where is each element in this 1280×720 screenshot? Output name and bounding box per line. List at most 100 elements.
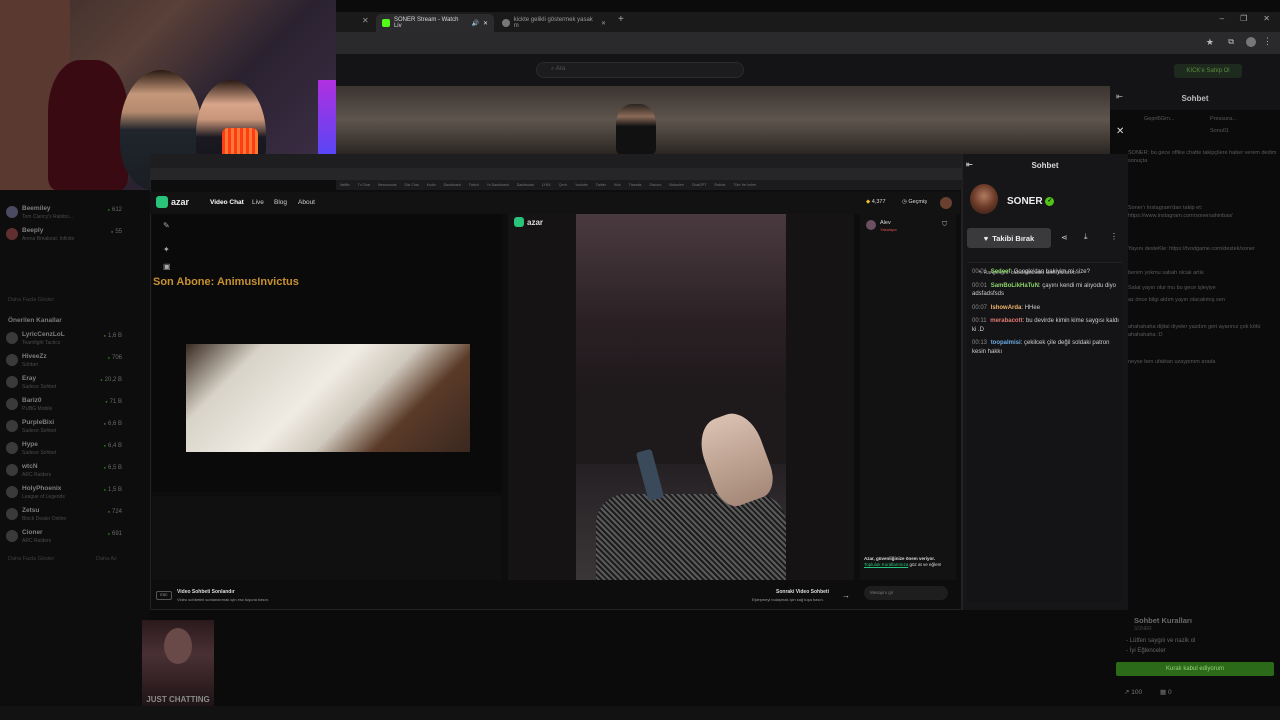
azar-logo-icon [514, 217, 524, 227]
sidebar-channel[interactable]: CionerARC Raiders691 [6, 528, 122, 548]
shield-icon[interactable]: ⛉ [942, 221, 947, 229]
streamer-name[interactable]: SONER ✓ [1007, 196, 1055, 207]
bookmark-item[interactable]: Tv Chat [358, 183, 370, 187]
sparkle-icon[interactable]: ✦ [163, 245, 170, 254]
collapse-chat-icon[interactable]: ⇤ [1116, 92, 1123, 101]
avatar [6, 486, 18, 498]
unfollow-button[interactable]: ♥ Takibi Bırak [967, 228, 1051, 248]
share-icon[interactable]: ⋖ [1061, 233, 1068, 242]
sidebar-channel[interactable]: Beeply Arena Breakout: Infinite 55 [6, 226, 122, 246]
calendar-count: ▦ 0 [1160, 689, 1172, 696]
sidebar-channel[interactable]: HolyPhoenixLeague of Legends1,5 B [6, 484, 122, 504]
avatar [6, 464, 18, 476]
bookmark-item[interactable]: Netflix [340, 183, 350, 187]
bookmark-item[interactable]: Nexusmods [378, 183, 396, 187]
kick-favicon-icon [382, 19, 390, 27]
show-more-link[interactable]: Daha Fazla Göster [8, 297, 54, 303]
bookmark-item[interactable]: Dashboard [444, 183, 461, 187]
bookmark-item[interactable]: LYNX [542, 183, 551, 187]
history-button[interactable]: ◷ Geçmiş [902, 199, 927, 205]
speaker-icon[interactable]: 🔊 [471, 20, 478, 27]
bookmark-item[interactable]: Discord [649, 183, 661, 187]
extensions-icon[interactable]: ⧉ [1228, 37, 1234, 47]
collapse-icon[interactable]: ⇤ [966, 160, 973, 169]
streamer-avatar[interactable] [970, 184, 998, 214]
bookmark-item[interactable]: Dashboard [517, 183, 534, 187]
maximize-icon[interactable]: ❐ [1240, 14, 1247, 23]
bookmark-item[interactable]: Bolumleri [669, 183, 684, 187]
bookmark-item[interactable]: Tüm Yer İmleri [733, 183, 756, 187]
window-close-icon[interactable]: ✕ [1263, 14, 1270, 23]
chat-username[interactable]: IshowArda [991, 305, 1022, 311]
bookmark-item[interactable]: Dizi Chat [404, 183, 418, 187]
azar-logo[interactable]: azar [156, 196, 189, 208]
verified-icon: ✓ [1045, 196, 1055, 206]
show-less-link[interactable]: Daha Az [96, 556, 117, 562]
chat-username[interactable]: merabacott [990, 318, 1022, 324]
sidebar-channel[interactable]: Beemiley Tom Clancy's Rainbo... 612 [6, 204, 122, 224]
search-input[interactable]: ⌕ Ara [536, 62, 744, 78]
nav-about[interactable]: About [298, 199, 315, 206]
gems-count[interactable]: ◆ 4,377 [866, 199, 886, 205]
tab-search[interactable]: kickte gelikli göstermek yasak m ✕ [496, 14, 612, 32]
tab-close-icon[interactable]: ✕ [601, 20, 606, 27]
sidebar-channel[interactable]: HypeSadece Sohbet6,4 B [6, 440, 122, 460]
globe-icon [502, 19, 510, 27]
minimize-icon[interactable]: – [1220, 14, 1224, 23]
star-icon[interactable]: ★ [1206, 37, 1214, 48]
community-rules-link[interactable]: Topluluk Kurallarımıza [864, 562, 908, 567]
outer-chat-header: ⇤ Sohbet [1110, 86, 1280, 110]
nav-blog[interactable]: Blog [274, 199, 287, 206]
azar-profile-avatar[interactable] [940, 197, 952, 209]
chat-messages: 00:01 Sedeef: Google'dan bakiyim mi size… [972, 268, 1122, 418]
bookmark-item[interactable]: Yo Dashboard [487, 183, 509, 187]
sidebar-channel[interactable]: wtcNARC Raiders6,5 B [6, 462, 122, 482]
bookmark-item[interactable]: Çevir [559, 183, 567, 187]
bookmark-item[interactable]: ChatGPT [692, 183, 707, 187]
just-chatting-tile[interactable]: JUST CHATTING [142, 620, 214, 706]
avatar [6, 228, 18, 240]
close-overlay-icon[interactable]: ✕ [1116, 126, 1124, 137]
patterned-pants [596, 494, 786, 580]
edit-icon[interactable]: ✎ [163, 221, 170, 230]
bookmark-item[interactable]: Kick [614, 183, 621, 187]
bookmark-item[interactable]: Roblox [715, 183, 726, 187]
bookmark-item[interactable]: Kodin [427, 183, 436, 187]
sidebar-channel[interactable]: Bariz0PUBG Mobile71 B [6, 396, 122, 416]
inner-tab-bar [150, 154, 962, 168]
new-tab-icon[interactable]: + [618, 14, 624, 25]
chat-username[interactable]: toopalmisi [991, 340, 1021, 346]
sidebar-channel[interactable]: EraySadece Sohbet20,2 B [6, 374, 122, 394]
more-icon[interactable]: ⋮ [1110, 232, 1118, 241]
chat-username[interactable]: SamBoLikHaTuN [991, 283, 1039, 289]
accept-rules-button[interactable]: Kuralı kabul ediyorum [1116, 662, 1274, 676]
end-chat-title[interactable]: Video Sohbeti Sonlandır [177, 589, 235, 595]
menu-icon[interactable]: ⋮ [1263, 36, 1272, 47]
tab-close-icon[interactable]: ✕ [483, 20, 488, 27]
own-video-lower-panel [152, 496, 502, 580]
nav-video-chat[interactable]: Video Chat [210, 199, 244, 206]
sidebar-channel[interactable]: LyricCenzLoLTeamfight Tactics1,6 B [6, 330, 122, 350]
bookmark-item[interactable]: Twitch [469, 183, 479, 187]
next-chat-title[interactable]: Sonraki Video Sohbeti [776, 589, 829, 595]
address-bar[interactable]: ★ ⧉ ⋮ [336, 32, 1280, 54]
bookmark-item[interactable]: Youtube [575, 183, 588, 187]
bookmark-item[interactable]: Twitter [596, 183, 606, 187]
next-arrow-icon[interactable]: → [842, 591, 850, 600]
chat-username[interactable]: Sedeef [991, 269, 1011, 275]
sidebar-channel[interactable]: ZetsuBlock Dealer Online724 [6, 506, 122, 526]
show-more-link[interactable]: Daha Fazla Göster [8, 556, 54, 562]
download-icon[interactable]: ⤓ [1084, 232, 1088, 242]
profile-avatar[interactable] [1246, 37, 1256, 47]
close-icon[interactable]: ✕ [362, 16, 369, 25]
browser-tab-bar: ✕ SONER Stream - Watch Liv 🔊 ✕ kickte ge… [336, 12, 1280, 32]
nav-live[interactable]: Live [252, 199, 264, 206]
kick-premium-button[interactable]: KICK'e Sahip Ol [1174, 64, 1242, 78]
filter-icon[interactable]: ▣ [163, 262, 171, 271]
sidebar-channel[interactable]: HiveeZzSohbet706 [6, 352, 122, 372]
message-input[interactable]: Mesajını gir [864, 586, 948, 600]
bookmark-item[interactable]: Threads [629, 183, 642, 187]
sidebar-channel[interactable]: PurpleBixiSadece Sohbet6,6 B [6, 418, 122, 438]
tab-soner-stream[interactable]: SONER Stream - Watch Liv 🔊 ✕ [376, 14, 494, 32]
avatar [6, 442, 18, 454]
